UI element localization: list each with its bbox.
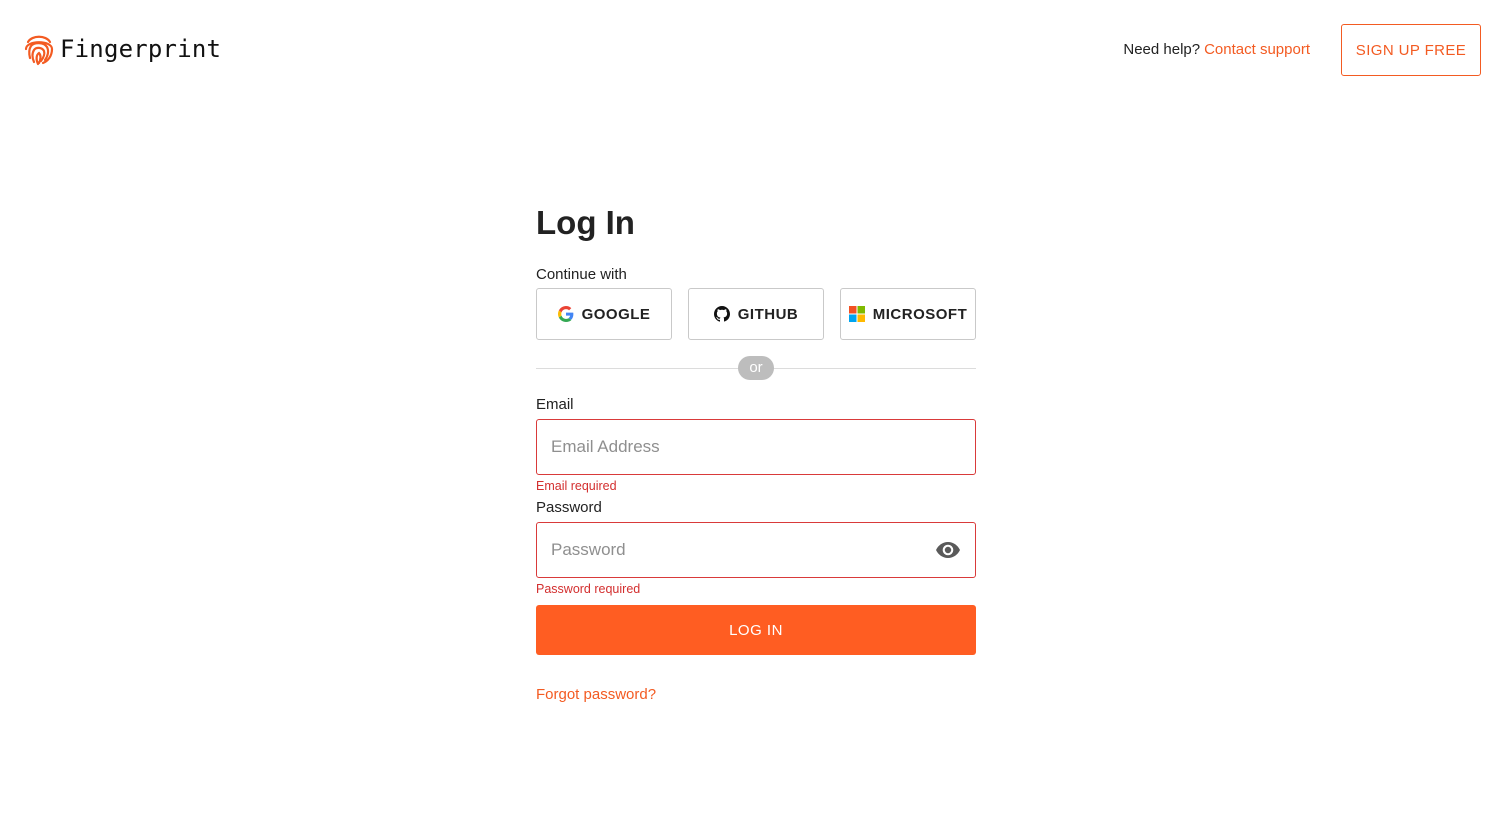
password-field[interactable] bbox=[536, 522, 976, 578]
log-in-button[interactable]: LOG IN bbox=[536, 605, 976, 655]
contact-support-link[interactable]: Contact support bbox=[1204, 41, 1310, 58]
microsoft-label: MICROSOFT bbox=[872, 305, 968, 323]
help-label: Need help? bbox=[1123, 41, 1201, 58]
header: Fingerprint Need help? Contact support SI… bbox=[0, 0, 1512, 100]
github-label: GITHUB bbox=[737, 305, 799, 323]
password-error: Password required bbox=[536, 582, 641, 596]
or-label: or bbox=[738, 356, 774, 380]
eye-icon[interactable] bbox=[936, 540, 960, 560]
password-label: Password bbox=[536, 499, 602, 516]
brand-logo[interactable]: Fingerprint bbox=[24, 32, 221, 66]
login-form: Log In Continue with GOOGLE GITHUB MICRO… bbox=[536, 200, 976, 703]
fingerprint-icon bbox=[24, 35, 54, 66]
email-label: Email bbox=[536, 396, 574, 413]
page-title: Log In bbox=[536, 204, 635, 241]
continue-with-label: Continue with bbox=[536, 266, 627, 283]
help-text: Need help? Contact support bbox=[1123, 41, 1310, 58]
microsoft-login-button[interactable]: MICROSOFT bbox=[840, 288, 976, 340]
github-login-button[interactable]: GITHUB bbox=[688, 288, 824, 340]
google-login-button[interactable]: GOOGLE bbox=[536, 288, 672, 340]
github-icon bbox=[713, 306, 730, 322]
sso-providers: GOOGLE GITHUB MICROSOFT bbox=[536, 288, 976, 340]
brand-name: Fingerprint bbox=[60, 35, 222, 63]
email-field[interactable] bbox=[536, 419, 976, 475]
or-divider: or bbox=[536, 356, 976, 380]
google-label: GOOGLE bbox=[581, 305, 651, 323]
google-icon bbox=[557, 306, 573, 322]
sign-up-free-button[interactable]: SIGN UP FREE bbox=[1341, 24, 1481, 76]
forgot-password-link[interactable]: Forgot password? bbox=[536, 686, 656, 703]
email-error: Email required bbox=[536, 479, 617, 493]
microsoft-icon bbox=[848, 306, 865, 322]
password-field-wrapper bbox=[536, 522, 976, 578]
